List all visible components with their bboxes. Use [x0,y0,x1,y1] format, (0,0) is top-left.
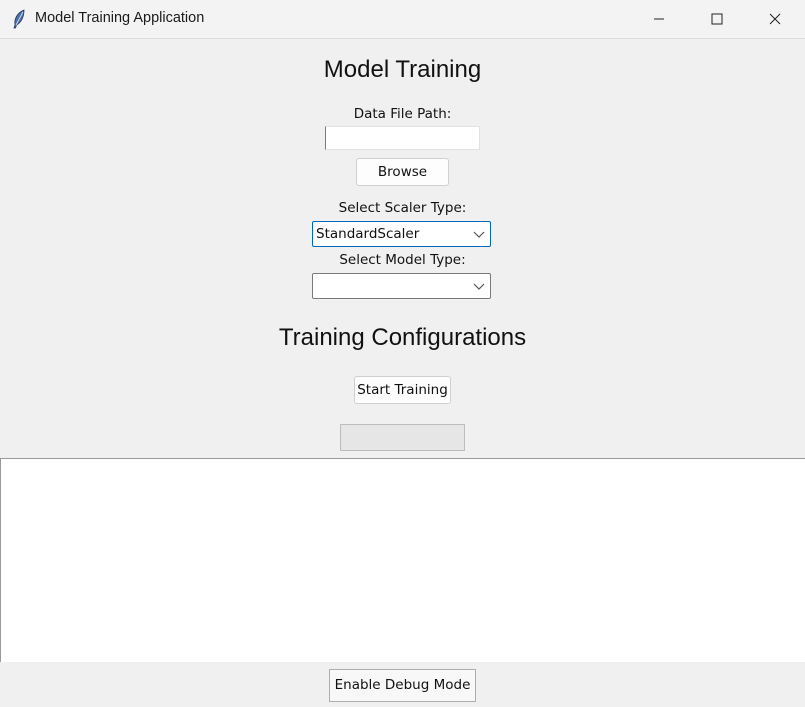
page-title: Model Training [323,56,482,83]
maximize-icon [711,13,723,25]
feather-icon [13,9,25,29]
scaler-type-label: Select Scaler Type: [338,200,467,216]
window-title: Model Training Application [35,10,205,26]
training-progress-bar [340,424,465,451]
minimize-button[interactable] [630,0,688,38]
minimize-icon [654,18,664,20]
scaler-type-select[interactable]: StandardScaler [312,221,491,247]
scaler-type-value: StandardScaler [316,226,420,242]
main-panel: Model Training Data File Path: Browse Se… [0,39,805,458]
start-training-button[interactable]: Start Training [354,376,451,404]
close-icon [769,13,781,25]
data-file-label: Data File Path: [353,106,452,122]
close-button[interactable] [746,0,804,38]
browse-button[interactable]: Browse [356,158,449,186]
maximize-button[interactable] [688,0,746,38]
model-type-label: Select Model Type: [339,252,466,268]
chevron-down-icon [473,231,485,238]
training-config-title: Training Configurations [278,324,527,351]
log-output-textarea[interactable] [0,458,805,662]
chevron-down-icon [473,283,485,290]
model-type-select[interactable] [312,273,491,299]
title-bar: Model Training Application [0,0,805,39]
enable-debug-mode-button[interactable]: Enable Debug Mode [329,669,476,702]
data-file-path-input[interactable] [325,126,480,150]
